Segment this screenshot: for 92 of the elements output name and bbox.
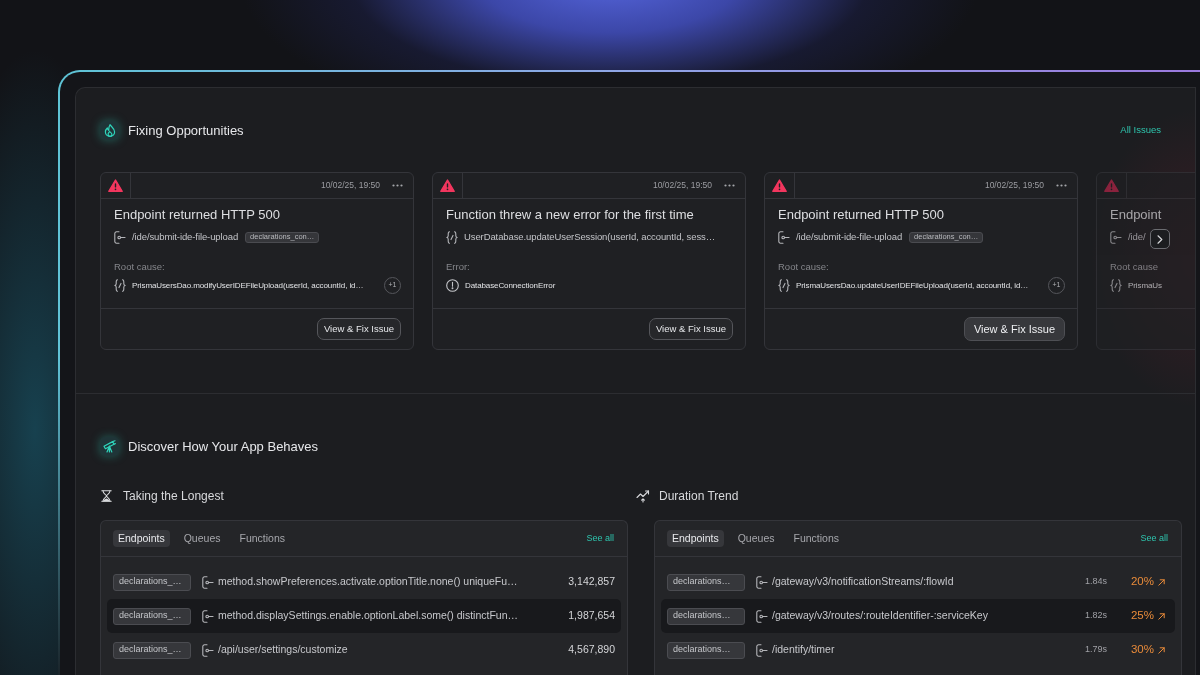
change-percent: 20%	[1130, 574, 1154, 590]
timestamp: 10/02/25, 19:50	[320, 179, 380, 192]
function-signature: PrismaUs	[1128, 279, 1162, 292]
endpoint-icon	[756, 609, 768, 623]
change-percent: 30%	[1130, 642, 1154, 658]
function-signature: PrismaUsersDao.updateUserIDEFileUpload(userId, accountId, id…	[796, 279, 1029, 292]
tab[interactable]: Queues	[178, 530, 226, 547]
cause-label: Error:	[446, 261, 471, 273]
endpoint-path: /ide/submit-ide-file-upload	[796, 229, 903, 244]
see-all-link[interactable]: See all	[586, 531, 614, 546]
all-issues-link[interactable]: All Issues	[1120, 123, 1161, 138]
endpoint-icon	[114, 230, 126, 244]
trend-icon	[636, 489, 650, 503]
issue-title: Endpoint	[1110, 207, 1163, 223]
duration-value: 1.79s	[1084, 643, 1107, 657]
function-signature: UserDatabase.updateUserSession(userId, accountId, sess…	[464, 229, 716, 244]
tab[interactable]: Endpoints	[113, 530, 170, 547]
warning-icon	[108, 179, 123, 192]
endpoint-path: /ide/	[1128, 229, 1146, 244]
tab[interactable]: Functions	[234, 530, 290, 547]
tab[interactable]: Functions	[788, 530, 844, 547]
cause-label: Root cause:	[778, 261, 830, 273]
duration-value: 1.82s	[1084, 609, 1107, 623]
service-tag: declarations…	[667, 573, 745, 591]
arrow-up-right-icon	[1158, 646, 1165, 654]
code-braces-icon	[778, 279, 790, 292]
service-tag: declarations_…	[113, 573, 191, 591]
list-row[interactable]: declarations_… /api/user/settings/customize 4,567,890	[107, 633, 621, 667]
service-tag: declarations_…	[113, 641, 191, 659]
function-signature: PrismaUsersDao.modifyUserIDEFileUpload(userId, accountId, id…	[132, 279, 364, 292]
issue-title: Function threw a new error for the first time	[446, 207, 695, 223]
duration-value: 1.84s	[1084, 575, 1107, 589]
issue-title: Endpoint returned HTTP 500	[778, 207, 945, 223]
endpoint-path: /gateway/v3/routes/:routeIdentifier-:serviceKey	[772, 608, 988, 624]
list-row[interactable]: declarations_… method.showPreferences.activate.optionTitle.none() uniqueFu… 3,142,857	[107, 565, 621, 599]
section-title: Discover How Your App Behaves	[128, 437, 319, 456]
endpoint-icon	[756, 643, 768, 657]
count-value: 4,567,890	[568, 642, 615, 658]
view-fix-button[interactable]: View & Fix Issue	[963, 317, 1065, 341]
error-name: DatabaseConnectionError	[465, 279, 556, 292]
code-braces-icon	[114, 279, 126, 292]
timestamp: 10/02/25, 19:50	[984, 179, 1044, 192]
warning-icon	[772, 179, 787, 192]
panel-title: Taking the Longest	[123, 488, 224, 505]
telescope-icon	[100, 437, 119, 456]
list-row[interactable]: declarations… /identify/timer 1.79s 30%	[661, 633, 1175, 667]
endpoint-icon	[202, 575, 214, 589]
chevron-right-icon	[1157, 234, 1163, 244]
warning-icon	[1104, 179, 1119, 192]
alert-circle-icon	[446, 279, 459, 292]
endpoint-path: /ide/submit-ide-file-upload	[132, 229, 239, 244]
endpoint-path: /api/user/settings/customize	[218, 642, 348, 658]
service-tag: declarations_…	[113, 607, 191, 625]
code-braces-icon	[446, 230, 458, 244]
more-icon[interactable]	[1056, 184, 1067, 187]
endpoint-icon	[778, 230, 790, 244]
more-icon[interactable]	[724, 184, 735, 187]
service-tag: declarations…	[667, 607, 745, 625]
cause-label: Root cause	[1110, 261, 1160, 273]
see-all-link[interactable]: See all	[1140, 531, 1168, 546]
tab[interactable]: Queues	[732, 530, 780, 547]
count-value: 3,142,857	[568, 574, 615, 590]
view-fix-button[interactable]: View & Fix Issue	[316, 318, 401, 340]
service-tag: declarations…	[667, 641, 745, 659]
endpoint-icon	[756, 575, 768, 589]
arrow-up-right-icon	[1158, 612, 1165, 620]
hourglass-icon	[101, 490, 112, 502]
issue-title: Endpoint returned HTTP 500	[114, 207, 281, 223]
warning-icon	[440, 179, 455, 192]
tab[interactable]: Endpoints	[667, 530, 724, 547]
timestamp: 10/02/25, 19:50	[652, 179, 712, 192]
list-row[interactable]: declarations_… method.displaySettings.enable.optionLabel.some() distinctFun… 1,987,654	[107, 599, 621, 633]
endpoint-path: /identify/timer	[772, 642, 835, 658]
endpoint-icon	[1110, 230, 1122, 244]
endpoint-path: method.showPreferences.activate.optionTitle.none() uniqueFu…	[218, 574, 518, 590]
more-icon[interactable]	[392, 184, 403, 187]
change-percent: 25%	[1130, 608, 1154, 624]
flame-icon	[100, 121, 119, 140]
code-braces-icon	[1110, 279, 1122, 292]
view-fix-button[interactable]: View & Fix Issue	[648, 318, 733, 340]
endpoint-path: method.displaySettings.enable.optionLabel.some() distinctFun…	[218, 608, 518, 624]
list-row[interactable]: declarations… /gateway/v3/routes/:routeIdentifier-:serviceKey 1.82s 25%	[661, 599, 1175, 633]
count-value: 1,987,654	[568, 608, 615, 624]
panel-title: Duration Trend	[659, 488, 739, 505]
section-title: Fixing Opportunities	[128, 121, 244, 140]
endpoint-path: /gateway/v3/notificationStreams/:flowId	[772, 574, 954, 590]
next-button[interactable]	[1150, 229, 1170, 249]
endpoint-icon	[202, 643, 214, 657]
endpoint-icon	[202, 609, 214, 623]
arrow-up-right-icon	[1158, 578, 1165, 586]
cause-label: Root cause:	[114, 261, 166, 273]
list-row[interactable]: declarations… /gateway/v3/notificationStreams/:flowId 1.84s 20%	[661, 565, 1175, 599]
